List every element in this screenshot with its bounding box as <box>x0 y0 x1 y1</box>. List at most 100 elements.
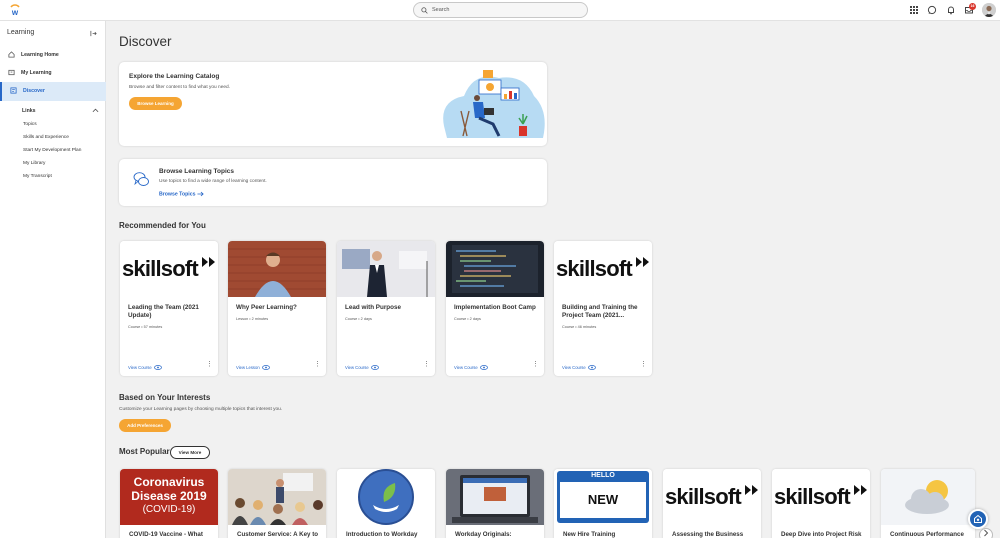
skillsoft-logo: skillsoft <box>122 256 199 281</box>
course-meta: Course • 57 minutes <box>128 325 163 329</box>
course-thumbnail <box>446 469 544 525</box>
browse-topics-link[interactable]: Browse Topics <box>159 191 204 197</box>
add-preferences-button[interactable]: Add Preferences <box>119 419 171 432</box>
sidebar-item-label: My Learning <box>21 70 52 76</box>
catalog-subtitle: Browse and filter content to find what y… <box>129 85 231 90</box>
popular-card[interactable]: skillsoft Deep Dive into Project Risk <box>772 469 870 538</box>
catalog-title: Explore the Learning Catalog <box>129 73 220 80</box>
popular-heading: Most Popular <box>119 447 170 456</box>
eye-icon <box>587 365 596 371</box>
catalog-card: Explore the Learning Catalog Browse and … <box>119 62 547 146</box>
sidebar-item-learning-home[interactable]: Learning Home <box>0 46 106 64</box>
workday-logo-icon[interactable]: w <box>8 3 22 17</box>
avatar[interactable] <box>982 3 996 17</box>
popular-card[interactable]: HELLO NEW MEMBERS New Hire Training <box>554 469 652 538</box>
popular-card[interactable]: Workday Originals: <box>446 469 544 538</box>
more-options-icon[interactable]: ⋮ <box>423 361 430 368</box>
hello-label: HELLO <box>591 472 615 479</box>
course-thumbnail <box>446 241 544 297</box>
covid-line-2: Disease 2019 <box>131 489 207 503</box>
chat-icon[interactable] <box>927 5 937 15</box>
course-thumbnail: skillsoft <box>554 241 652 297</box>
popular-title: Workday Originals: <box>455 531 512 538</box>
more-options-icon[interactable]: ⋮ <box>314 361 321 368</box>
popular-title: Assessing the Business <box>672 531 744 538</box>
sidebar-item-my-learning[interactable]: My Learning <box>0 64 106 82</box>
interests-heading: Based on Your Interests <box>119 393 211 402</box>
home-icon <box>8 51 15 58</box>
course-thumbnail: skillsoft <box>663 469 761 525</box>
course-card[interactable]: Lead with Purpose Course • 2 days View C… <box>337 241 435 376</box>
scroll-right-button[interactable] <box>979 528 993 538</box>
view-course-link[interactable]: View Course <box>562 365 596 371</box>
course-thumbnail: Coronavirus Disease 2019 (COVID-19) <box>120 469 218 525</box>
course-title: Implementation Boot Camp <box>454 304 536 311</box>
link-my-transcript[interactable]: My Transcript <box>23 174 52 179</box>
course-thumbnail: skillsoft <box>772 469 870 525</box>
more-options-icon[interactable]: ⋮ <box>640 361 647 368</box>
covid-line-3: (COVID-19) <box>142 504 196 515</box>
popular-title: Customer Service: A Key to <box>237 531 319 538</box>
skillsoft-logo: skillsoft <box>774 484 851 509</box>
eye-icon <box>261 365 270 371</box>
book-icon <box>8 69 15 76</box>
popular-card[interactable]: Continuous Performance <box>881 469 975 538</box>
popular-card[interactable]: skillsoft Assessing the Business <box>663 469 761 538</box>
search-input[interactable]: Search <box>413 2 588 18</box>
link-development-plan[interactable]: Start My Development Plan <box>23 148 81 153</box>
popular-title: Deep Dive into Project Risk <box>781 531 862 538</box>
popular-title: Introduction to Workday <box>346 531 418 538</box>
course-thumbnail <box>881 469 975 525</box>
discover-icon <box>10 87 17 94</box>
skillsoft-logo: skillsoft <box>665 484 742 509</box>
view-course-link[interactable]: View Course <box>128 365 162 371</box>
more-options-icon[interactable]: ⋮ <box>532 361 539 368</box>
more-options-icon[interactable]: ⋮ <box>206 361 213 368</box>
bell-icon[interactable] <box>946 5 956 15</box>
view-course-label: View Course <box>454 365 478 370</box>
chevron-up-icon[interactable] <box>92 108 99 113</box>
link-skills-and-experience[interactable]: Skills and Experience <box>23 135 69 140</box>
link-topics[interactable]: Topics <box>23 122 37 127</box>
popular-card[interactable]: Customer Service: A Key to <box>228 469 326 538</box>
recommended-heading: Recommended for You <box>119 221 206 230</box>
assistant-button[interactable] <box>968 509 988 529</box>
popular-card[interactable]: Introduction to Workday <box>337 469 435 538</box>
view-more-button[interactable]: View More <box>170 446 210 459</box>
topics-card: Browse Learning Topics Use topics to fin… <box>119 159 547 206</box>
search-placeholder: Search <box>432 7 450 13</box>
main-content: Discover Explore the Learning Catalog Br… <box>106 21 1000 538</box>
search-icon <box>421 7 428 14</box>
sidebar-item-label: Learning Home <box>21 52 59 58</box>
course-card[interactable]: Implementation Boot Camp Course • 2 days… <box>446 241 544 376</box>
course-card[interactable]: skillsoft Leading the Team (2021 Update)… <box>120 241 218 376</box>
chat-bubbles-icon <box>133 172 149 186</box>
course-thumbnail: skillsoft <box>120 241 218 297</box>
view-course-link[interactable]: View Course <box>454 365 488 371</box>
apps-grid-icon[interactable] <box>909 5 919 15</box>
course-card[interactable]: Why Peer Learning? Lesson • 2 minutes Vi… <box>228 241 326 376</box>
interests-subtitle: Customize your Learning pages by choosin… <box>119 407 283 412</box>
sidebar-item-label: Discover <box>23 88 45 94</box>
eye-icon <box>370 365 379 371</box>
topics-subtitle: Use topics to find a wide range of learn… <box>159 179 267 184</box>
browse-learning-button[interactable]: Browse Learning <box>129 97 182 110</box>
course-title: Leading the Team (2021 Update) <box>128 304 199 319</box>
sidebar: Learning Learning Home My Learning Disco… <box>0 21 106 538</box>
course-meta: Course • 46 minutes <box>562 325 597 329</box>
course-thumbnail <box>337 241 435 297</box>
collapse-sidebar-icon[interactable] <box>90 30 97 37</box>
sidebar-item-discover[interactable]: Discover <box>0 82 106 101</box>
browse-topics-label: Browse Topics <box>159 191 196 198</box>
link-my-library[interactable]: My Library <box>23 161 45 166</box>
course-meta: Lesson • 2 minutes <box>236 317 269 321</box>
links-heading: Links <box>22 108 36 114</box>
course-thumbnail <box>228 241 326 297</box>
popular-title: New Hire Training <box>563 531 616 538</box>
top-bar: w Search 16 <box>0 0 1000 21</box>
view-lesson-link[interactable]: View Lesson <box>236 365 270 371</box>
popular-card[interactable]: Coronavirus Disease 2019 (COVID-19) COVI… <box>120 469 218 538</box>
view-course-link[interactable]: View Course <box>345 365 379 371</box>
course-card[interactable]: skillsoft Building and Training the Proj… <box>554 241 652 376</box>
topics-title: Browse Learning Topics <box>159 168 235 175</box>
